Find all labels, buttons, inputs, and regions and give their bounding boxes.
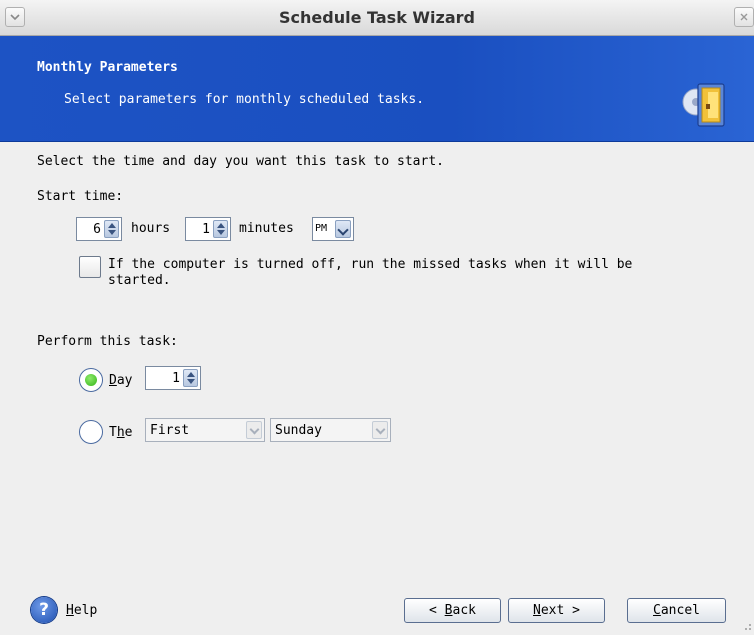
mnemonic-letter: D xyxy=(109,373,117,388)
header-title: Monthly Parameters xyxy=(37,60,178,75)
close-icon[interactable] xyxy=(734,7,754,27)
intro-text: Select the time and day you want this ta… xyxy=(37,154,444,169)
the-radio-label[interactable]: The xyxy=(109,425,132,440)
start-time-label: Start time: xyxy=(37,189,124,204)
next-label-rest: ext > xyxy=(540,603,580,618)
day-radio[interactable] xyxy=(79,368,103,392)
cancel-label-rest: ancel xyxy=(660,603,700,618)
hours-value: 6 xyxy=(93,222,101,237)
stepper-arrows-icon[interactable] xyxy=(104,220,119,238)
back-prefix: < xyxy=(429,603,445,618)
week-ordinal-value: First xyxy=(150,423,190,438)
the-label-first: T xyxy=(109,425,117,440)
minutes-value: 1 xyxy=(202,222,210,237)
ampm-select[interactable]: PM xyxy=(312,217,354,241)
mnemonic-letter: C xyxy=(653,603,661,618)
day-label-rest: ay xyxy=(116,373,133,388)
window-title: Schedule Task Wizard xyxy=(279,8,475,27)
chevron-down-icon[interactable] xyxy=(335,220,351,238)
missed-tasks-label-line1: If the computer is turned off, run the m… xyxy=(108,257,633,272)
day-radio-label[interactable]: Day xyxy=(109,373,132,388)
header-banner: Monthly Parameters Select parameters for… xyxy=(0,36,754,142)
mnemonic-letter: B xyxy=(444,603,453,618)
cancel-button[interactable]: Cancel xyxy=(627,598,726,623)
help-link[interactable]: Help xyxy=(66,603,97,618)
week-ordinal-select[interactable]: First xyxy=(145,418,265,442)
missed-tasks-label-line2: started. xyxy=(108,273,171,288)
mnemonic-letter: H xyxy=(66,603,74,618)
help-icon[interactable]: ? xyxy=(31,597,57,623)
day-value: 1 xyxy=(172,371,180,386)
weekday-select[interactable]: Sunday xyxy=(270,418,391,442)
resize-grip-icon[interactable] xyxy=(742,620,752,630)
header-subtitle: Select parameters for monthly scheduled … xyxy=(64,92,425,107)
hours-stepper[interactable]: 6 xyxy=(76,217,122,241)
schedule-disk-icon xyxy=(682,78,730,134)
hours-label: hours xyxy=(131,221,171,236)
mnemonic-letter: N xyxy=(533,603,541,618)
minutes-label: minutes xyxy=(239,221,294,236)
the-radio[interactable] xyxy=(79,420,103,444)
ampm-value: PM xyxy=(315,223,328,234)
stepper-arrows-icon[interactable] xyxy=(213,220,228,238)
back-button[interactable]: < Back xyxy=(404,598,501,623)
minutes-stepper[interactable]: 1 xyxy=(185,217,231,241)
back-label-rest: ack xyxy=(452,603,476,618)
title-bar: Schedule Task Wizard xyxy=(0,0,754,36)
stepper-arrows-icon[interactable] xyxy=(183,369,198,387)
day-stepper[interactable]: 1 xyxy=(145,366,201,390)
help-label-rest: elp xyxy=(73,603,98,618)
next-button[interactable]: Next > xyxy=(508,598,605,623)
missed-tasks-checkbox[interactable] xyxy=(79,256,101,278)
the-label-rest: e xyxy=(124,425,133,440)
chevron-down-icon[interactable] xyxy=(372,421,388,439)
mnemonic-letter: h xyxy=(116,425,125,440)
perform-task-label: Perform this task: xyxy=(37,334,178,349)
chevron-down-icon[interactable] xyxy=(246,421,262,439)
weekday-value: Sunday xyxy=(275,423,322,438)
